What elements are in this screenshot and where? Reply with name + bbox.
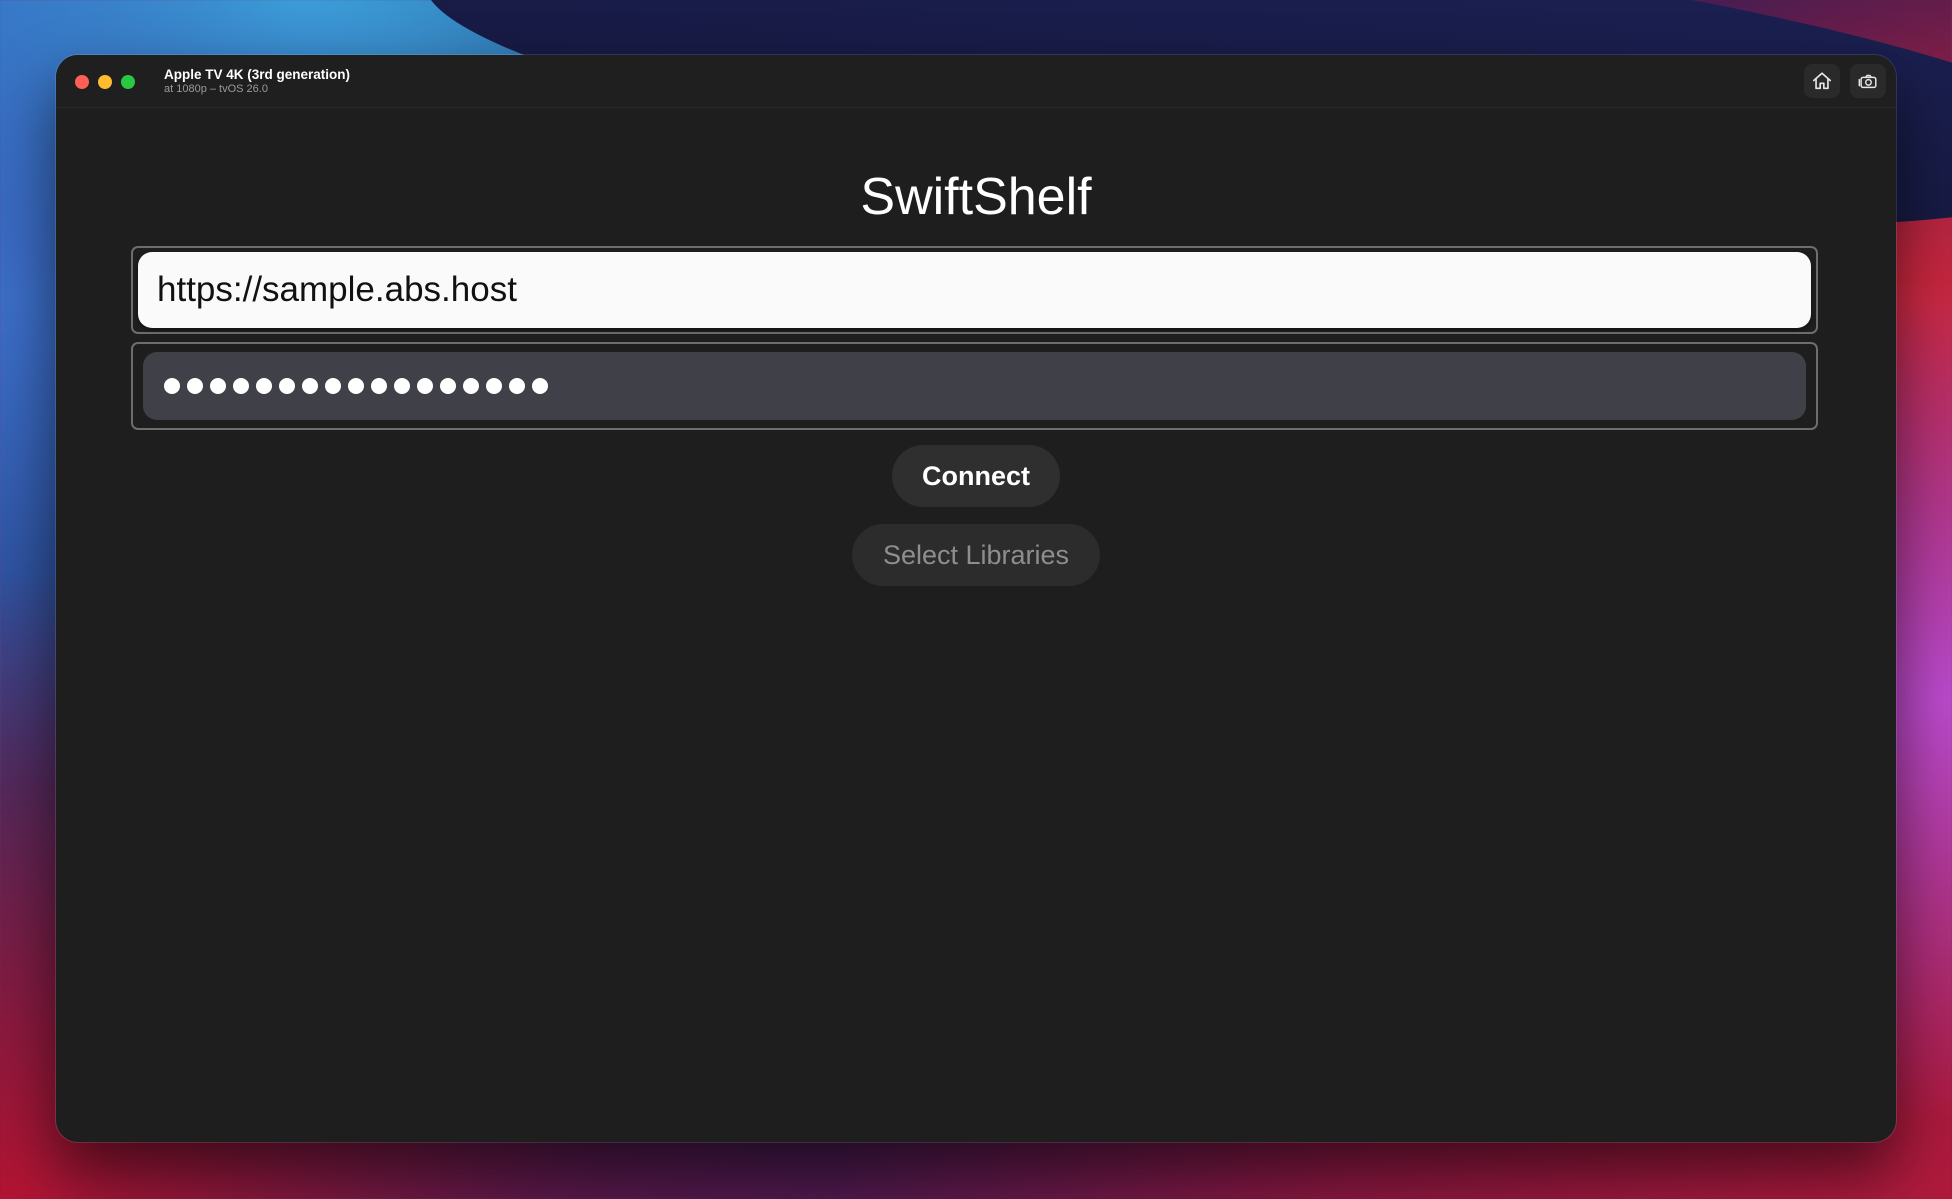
select-libraries-button[interactable]: Select Libraries — [852, 524, 1100, 586]
tv-screen: SwiftShelf https://sample.abs.host Conne… — [56, 108, 1896, 1142]
connect-button[interactable]: Connect — [892, 445, 1060, 507]
api-key-focus-frame — [131, 342, 1818, 430]
password-dot — [509, 378, 525, 394]
window-subtitle: at 1080p – tvOS 26.0 — [164, 83, 268, 95]
password-dot — [532, 378, 548, 394]
password-dot — [256, 378, 272, 394]
zoom-window-button[interactable] — [121, 75, 135, 89]
password-dot — [486, 378, 502, 394]
password-dot — [440, 378, 456, 394]
password-dot — [210, 378, 226, 394]
password-dot — [417, 378, 433, 394]
masked-api-key — [164, 378, 548, 394]
password-dot — [279, 378, 295, 394]
minimize-window-button[interactable] — [98, 75, 112, 89]
password-dot — [233, 378, 249, 394]
password-dot — [371, 378, 387, 394]
password-dot — [348, 378, 364, 394]
simulator-window: Apple TV 4K (3rd generation) at 1080p – … — [56, 55, 1896, 1142]
camera-icon — [1858, 74, 1877, 89]
app-title: SwiftShelf — [860, 168, 1092, 226]
password-dot — [463, 378, 479, 394]
password-dot — [302, 378, 318, 394]
api-key-field[interactable] — [143, 352, 1806, 420]
password-dot — [187, 378, 203, 394]
window-titlebar[interactable]: Apple TV 4K (3rd generation) at 1080p – … — [56, 55, 1896, 108]
window-title-block: Apple TV 4K (3rd generation) at 1080p – … — [164, 67, 350, 96]
password-dot — [164, 378, 180, 394]
home-icon — [1812, 72, 1832, 90]
screenshot-button[interactable] — [1850, 64, 1886, 98]
server-url-focus-frame: https://sample.abs.host — [131, 246, 1818, 334]
close-window-button[interactable] — [75, 75, 89, 89]
window-title: Apple TV 4K (3rd generation) — [164, 67, 351, 82]
server-url-field[interactable]: https://sample.abs.host — [138, 252, 1811, 328]
password-dot — [325, 378, 341, 394]
password-dot — [394, 378, 410, 394]
home-button[interactable] — [1804, 64, 1840, 98]
